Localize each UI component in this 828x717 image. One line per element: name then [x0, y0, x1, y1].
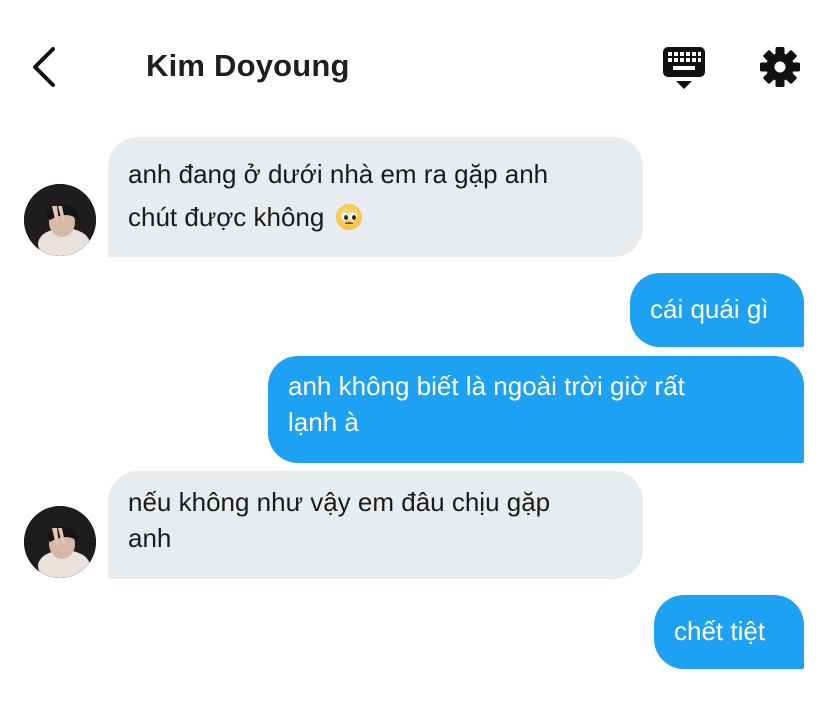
- keyboard-icon: [663, 47, 705, 89]
- avatar-photo: [24, 184, 96, 256]
- message-text: chết tiệt: [674, 616, 766, 646]
- message-bubble-outgoing[interactable]: chết tiệt: [654, 595, 804, 669]
- message-text: anh không biết là ngoài trời giờ rất: [288, 371, 685, 401]
- message-text-line-2: lạnh à: [288, 407, 359, 437]
- chat-screen: Kim Doyoung anh đang ở dưới nhà em ra gặ…: [0, 0, 828, 717]
- chevron-left-icon: [33, 47, 55, 87]
- message-text: cái quái gì: [650, 294, 769, 324]
- message-text: nếu không như vậy em đâu chịu gặp: [128, 487, 551, 517]
- message-bubble-outgoing[interactable]: anh không biết là ngoài trời giờ rất lạn…: [268, 356, 804, 463]
- message-text-line-2: anh: [128, 523, 172, 553]
- avatar[interactable]: [24, 506, 96, 578]
- chat-header: Kim Doyoung: [0, 0, 828, 130]
- message-bubble-incoming[interactable]: nếu không như vậy em đâu chịu gặp anh: [108, 471, 643, 579]
- avatar[interactable]: [24, 184, 96, 256]
- message-text-line-2: chút được không: [128, 196, 623, 239]
- contact-name[interactable]: Kim Doyoung: [146, 48, 350, 84]
- message-bubble-incoming[interactable]: anh đang ở dưới nhà em ra gặp anh chút đ…: [108, 137, 643, 257]
- avatar-photo: [24, 506, 96, 578]
- message-text: anh đang ở dưới nhà em ra gặp anh: [128, 159, 549, 189]
- settings-button[interactable]: [758, 45, 802, 89]
- keyboard-button[interactable]: [661, 45, 707, 91]
- message-bubble-outgoing[interactable]: cái quái gì: [630, 273, 804, 347]
- pleading-face-emoji: [335, 204, 362, 230]
- gear-icon: [760, 47, 800, 87]
- back-button[interactable]: [26, 44, 66, 90]
